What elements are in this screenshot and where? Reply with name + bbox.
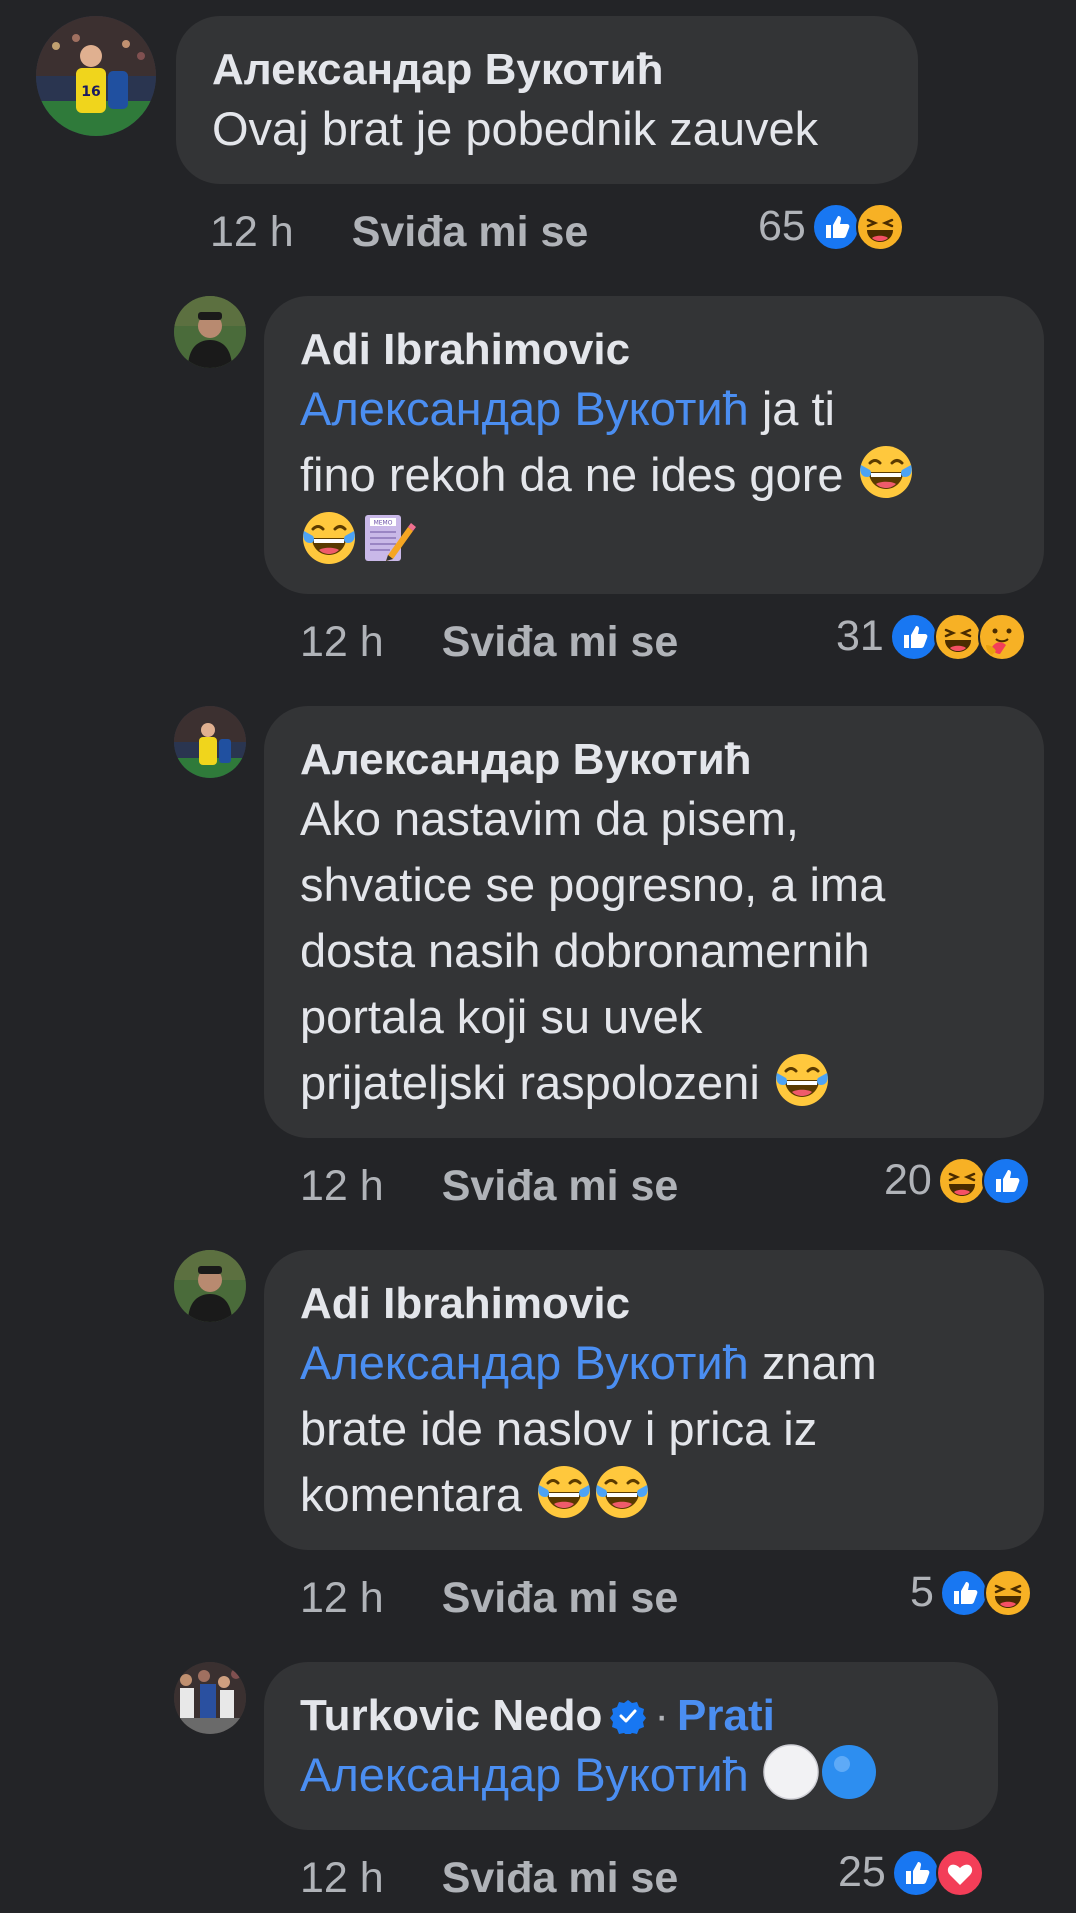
like-button[interactable]: Sviđa mi se — [352, 206, 589, 258]
text-segment: fino rekoh da ne ides gore — [300, 448, 844, 501]
follow-button[interactable]: Prati — [677, 1691, 775, 1740]
text-line: shvatice se pogresno, a ima — [300, 858, 886, 911]
reaction-summary[interactable]: 20 — [884, 1156, 1030, 1205]
comment-author-row: Turkovic Nedo · Prati — [300, 1690, 962, 1742]
text-segment: ja ti — [748, 382, 835, 435]
reaction-count: 31 — [836, 612, 884, 660]
mention-link[interactable]: Александар Вукотић — [300, 1336, 749, 1389]
comment-meta: 12 h Sviđa mi se — [300, 1160, 678, 1212]
like-button[interactable]: Sviđa mi se — [442, 1160, 679, 1212]
comment-meta: 12 h Sviđa mi se — [300, 1572, 678, 1624]
haha-reaction-icon — [934, 613, 982, 661]
like-button[interactable]: Sviđa mi se — [442, 616, 679, 668]
comment-author[interactable]: Adi Ibrahimovic — [300, 1278, 1008, 1330]
avatar-photo-icon — [174, 296, 246, 368]
comment-author[interactable]: Adi Ibrahimovic — [300, 324, 1008, 376]
avatar[interactable] — [174, 1662, 246, 1734]
comment-meta: 12 h Sviđa mi se — [210, 206, 588, 258]
like-reaction-icon — [890, 613, 938, 661]
avatar-photo-icon: 16 — [36, 16, 156, 136]
white-circle-emoji-icon — [762, 1743, 820, 1801]
memo-emoji-icon — [358, 509, 416, 567]
avatar-photo-icon — [174, 1662, 246, 1734]
like-reaction-icon — [982, 1157, 1030, 1205]
love-reaction-icon — [936, 1849, 984, 1897]
care-reaction-icon — [978, 613, 1026, 661]
comment-bubble: Adi Ibrahimovic Александар Вукотић ja ti… — [264, 296, 1044, 594]
comment-text: Ako nastavim da pisem, shvatice se pogre… — [300, 786, 1008, 1116]
comment-time[interactable]: 12 h — [210, 206, 294, 258]
comment-bubble: Александар Вукотић Ako nastavim da pisem… — [264, 706, 1044, 1138]
comment-bubble: Adi Ibrahimovic Александар Вукотић znam … — [264, 1250, 1044, 1550]
reaction-count: 65 — [758, 202, 806, 250]
blue-circle-emoji-icon — [820, 1743, 878, 1801]
text-segment: komentara — [300, 1468, 523, 1521]
avatar-photo-icon — [174, 1250, 246, 1322]
svg-text:16: 16 — [81, 84, 100, 100]
laughing-tears-emoji-icon — [300, 509, 358, 567]
comment-meta: 12 h Sviđa mi se — [300, 1852, 678, 1904]
comment-author[interactable]: Александар Вукотић — [212, 44, 882, 96]
comment-time[interactable]: 12 h — [300, 1572, 384, 1624]
separator-dot: · — [654, 1691, 670, 1740]
comment-bubble: Александар Вукотић Ovaj brat je pobednik… — [176, 16, 918, 184]
text-line: dosta nasih dobronamernih — [300, 924, 870, 977]
avatar-photo-icon — [174, 706, 246, 778]
comment-time[interactable]: 12 h — [300, 1852, 384, 1904]
mention-link[interactable]: Александар Вукотић — [300, 382, 749, 435]
laughing-tears-emoji-icon — [593, 1463, 651, 1521]
text-line: portala koji su uvek — [300, 990, 703, 1043]
comment-text: Ovaj brat je pobednik zauvek — [212, 102, 819, 155]
laughing-tears-emoji-icon — [535, 1463, 593, 1521]
text-line: prijateljski raspolozeni — [300, 1056, 760, 1109]
text-segment: brate ide naslov i prica iz — [300, 1402, 818, 1455]
haha-reaction-icon — [856, 203, 904, 251]
like-button[interactable]: Sviđa mi se — [442, 1572, 679, 1624]
like-reaction-icon — [812, 203, 860, 251]
avatar[interactable] — [174, 296, 246, 368]
haha-reaction-icon — [938, 1157, 986, 1205]
like-reaction-icon — [940, 1569, 988, 1617]
laughing-tears-emoji-icon — [857, 443, 915, 501]
reaction-summary[interactable]: 5 — [910, 1568, 1032, 1617]
comment-text: Александар Вукотић ja ti fino rekoh da n… — [300, 376, 1008, 574]
comment-text: Александар Вукотић — [300, 1742, 962, 1808]
comment-text: Александар Вукотић znam brate ide naslov… — [300, 1330, 1008, 1528]
laughing-tears-emoji-icon — [773, 1051, 831, 1109]
comment-author[interactable]: Turkovic Nedo — [300, 1691, 602, 1740]
reaction-count: 20 — [884, 1156, 932, 1204]
avatar[interactable]: 16 — [36, 16, 156, 136]
reaction-summary[interactable]: 25 — [838, 1848, 984, 1897]
verified-badge-icon — [610, 1694, 646, 1730]
text-segment: znam — [748, 1336, 877, 1389]
comment-time[interactable]: 12 h — [300, 1160, 384, 1212]
avatar[interactable] — [174, 1250, 246, 1322]
comment-time[interactable]: 12 h — [300, 616, 384, 668]
comment-bubble: Turkovic Nedo · Prati Александар Вукотић — [264, 1662, 998, 1830]
reaction-summary[interactable]: 65 — [758, 202, 904, 251]
like-reaction-icon — [892, 1849, 940, 1897]
reaction-count: 5 — [910, 1568, 934, 1616]
comment-meta: 12 h Sviđa mi se — [300, 616, 678, 668]
haha-reaction-icon — [984, 1569, 1032, 1617]
text-line: Ako nastavim da pisem, — [300, 792, 799, 845]
reaction-summary[interactable]: 31 — [836, 612, 1026, 661]
comment-author[interactable]: Александар Вукотић — [300, 734, 1008, 786]
reaction-count: 25 — [838, 1848, 886, 1896]
avatar[interactable] — [174, 706, 246, 778]
mention-link[interactable]: Александар Вукотић — [300, 1748, 749, 1801]
like-button[interactable]: Sviđa mi se — [442, 1852, 679, 1904]
